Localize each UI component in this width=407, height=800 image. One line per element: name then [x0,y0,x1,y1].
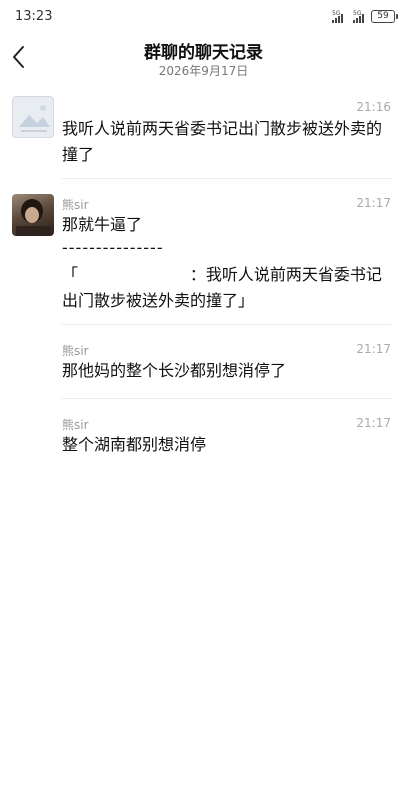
status-bar: 13:23 5G 5G 59 [0,0,407,32]
avatar[interactable] [12,96,54,138]
message-text[interactable]: 那就牛逼了 [62,212,387,238]
sender-name: 熊sir [62,344,89,358]
status-icons: 5G 5G 59 [332,10,398,23]
signal-icon: 5G [332,10,343,23]
header: 群聊的聊天记录 2026年9月17日 [0,32,407,88]
quote-separator: --------------- [62,238,164,257]
message-text[interactable]: 我听人说前两天省委书记出门散步被送外卖的撞了 [62,116,387,168]
divider [62,398,391,399]
message-text[interactable]: 整个湖南都别想消停 [62,432,387,458]
message-time: 21:16 [356,100,391,114]
divider [62,324,391,325]
message-time: 21:17 [356,416,391,430]
avatar[interactable] [12,194,54,236]
message-time: 21:17 [356,342,391,356]
page-title: 群聊的聊天记录 [144,43,263,63]
signal-icon-2: 5G [353,10,364,23]
divider [62,178,391,179]
user-photo-icon [16,199,50,236]
page-date: 2026年9月17日 [158,64,249,78]
sender-name: 熊sir [62,418,89,432]
status-time: 13:23 [15,9,53,24]
message-time: 21:17 [356,196,391,210]
message-text[interactable]: 那他妈的整个长沙都别想消停了 [62,358,387,384]
battery-icon: 59 [371,10,398,23]
sender-name: 熊sir [62,198,89,212]
quoted-message[interactable]: 「 ：我听人说前两天省委书记出门散步被送外卖的撞了」 [62,262,387,314]
image-placeholder-icon [19,105,50,132]
